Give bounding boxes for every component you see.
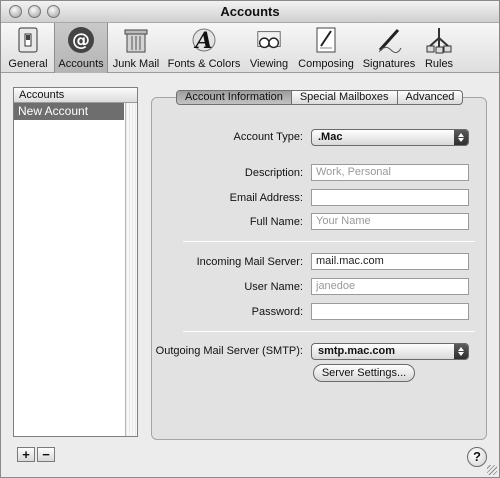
outgoing-server-label: Outgoing Mail Server (SMTP): (155, 345, 303, 357)
password-field[interactable] (311, 303, 469, 320)
account-tabs: Account Information Special Mailboxes Ad… (176, 90, 464, 105)
toolbar-fonts-colors[interactable]: A Fonts & Colors (165, 23, 243, 73)
email-label: Email Address: (229, 192, 303, 204)
resize-grip[interactable] (487, 465, 497, 475)
incoming-server-field[interactable]: mail.mac.com (311, 253, 469, 270)
toolbar-label: Accounts (58, 58, 104, 70)
toolbar-general[interactable]: General (5, 23, 51, 73)
outgoing-server-popup[interactable]: smtp.mac.com (311, 343, 469, 360)
email-field[interactable] (311, 189, 469, 206)
password-label: Password: (251, 306, 303, 318)
incoming-server-label: Incoming Mail Server: (196, 256, 303, 268)
account-type-value: .Mac (318, 131, 343, 143)
pencil-paper-icon (312, 26, 340, 54)
rules-icon (425, 26, 453, 54)
remove-account-button[interactable]: − (37, 447, 55, 462)
preferences-window: Accounts General @ Accounts Junk Mail A (0, 0, 500, 478)
svg-text:A: A (193, 28, 212, 54)
server-settings-button[interactable]: Server Settings... (313, 364, 415, 382)
account-type-label: Account Type: (233, 131, 303, 143)
accounts-list[interactable]: Accounts New Account (13, 87, 138, 437)
toolbar-label: Signatures (362, 58, 416, 70)
divider (183, 331, 475, 332)
full-name-field[interactable]: Your Name (311, 213, 469, 230)
toolbar-junk-mail[interactable]: Junk Mail (111, 23, 161, 73)
svg-text:@: @ (72, 30, 90, 51)
toolbar-accounts[interactable]: @ Accounts (54, 23, 108, 73)
light-switch-icon (14, 26, 42, 54)
window-title: Accounts (220, 4, 280, 19)
description-field[interactable]: Work, Personal (311, 164, 469, 181)
popup-arrows-icon (454, 344, 468, 359)
toolbar-composing[interactable]: Composing (295, 23, 357, 73)
add-account-button[interactable]: + (17, 447, 35, 462)
toolbar-signatures[interactable]: Signatures (360, 23, 418, 73)
toolbar-label: Composing (298, 58, 354, 70)
tab-special-mailboxes[interactable]: Special Mailboxes (292, 91, 398, 104)
title-bar[interactable]: Accounts (1, 1, 499, 23)
outgoing-server-value: smtp.mac.com (318, 345, 396, 357)
user-name-label: User Name: (244, 281, 303, 293)
toolbar: General @ Accounts Junk Mail A Fonts & C… (1, 23, 499, 73)
list-item[interactable]: New Account (14, 103, 124, 120)
toolbar-label: Rules (424, 58, 454, 70)
tab-advanced[interactable]: Advanced (398, 91, 463, 104)
tab-account-information[interactable]: Account Information (177, 91, 292, 104)
account-type-popup[interactable]: .Mac (311, 129, 469, 146)
toolbar-rules[interactable]: Rules (421, 23, 457, 73)
glasses-icon (255, 26, 283, 54)
font-icon: A (190, 26, 218, 54)
divider (183, 241, 475, 242)
toolbar-viewing[interactable]: Viewing (246, 23, 292, 73)
toolbar-label: Fonts & Colors (167, 58, 241, 70)
toolbar-label: General (8, 58, 48, 70)
toolbar-label: Junk Mail (112, 58, 160, 70)
user-name-field[interactable]: janedoe (311, 278, 469, 295)
accounts-scrollbar[interactable] (125, 103, 137, 436)
full-name-label: Full Name: (249, 216, 303, 228)
help-button[interactable]: ? (467, 447, 487, 467)
accounts-list-header: Accounts (14, 88, 137, 103)
pen-icon (375, 26, 403, 54)
description-label: Description: (244, 167, 303, 179)
toolbar-label: Viewing (249, 58, 289, 70)
popup-arrows-icon (454, 130, 468, 145)
at-sign-icon: @ (67, 26, 95, 54)
trash-can-icon (122, 26, 150, 54)
